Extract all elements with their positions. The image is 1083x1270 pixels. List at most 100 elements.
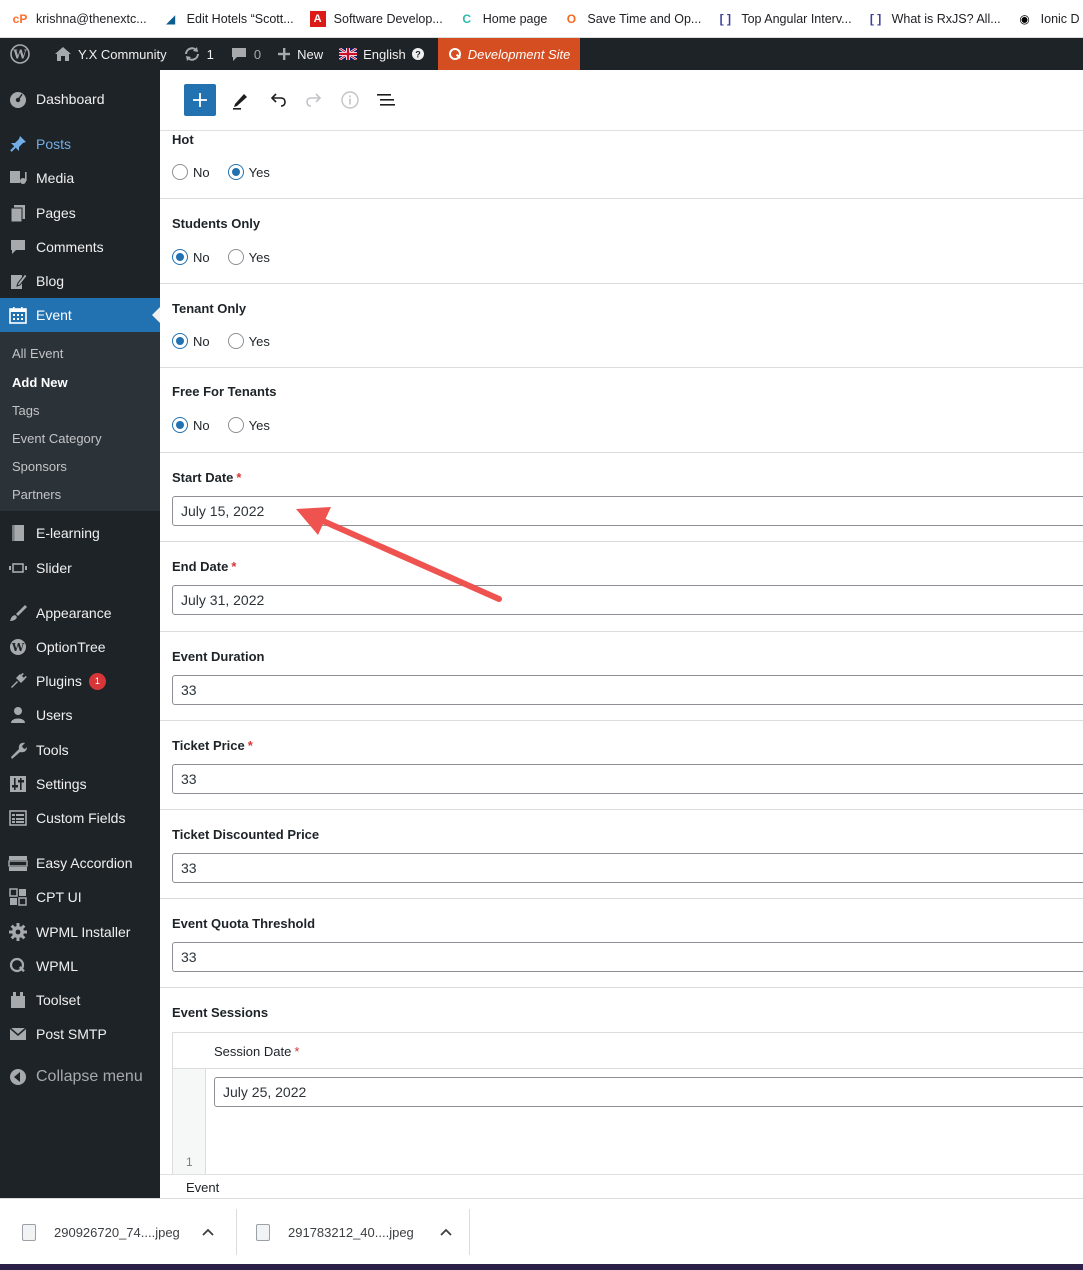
bookmark-item[interactable]: ◉ Ionic D — [1017, 11, 1079, 27]
download-separator — [236, 1209, 237, 1255]
grid-list-icon — [0, 808, 36, 828]
settings-sliders-icon — [0, 774, 36, 794]
menu-dashboard[interactable]: Dashboard — [0, 82, 160, 116]
menu-cpt-ui[interactable]: CPT UI — [0, 880, 160, 914]
download-item-1[interactable]: 290926720_74....jpeg — [22, 1209, 214, 1255]
downloads-bar: 290926720_74....jpeg 291783212_40....jpe… — [0, 1198, 1083, 1264]
edit-page-icon — [0, 271, 36, 291]
menu-slider[interactable]: Slider — [0, 551, 160, 585]
wordpress-icon: W — [0, 637, 36, 657]
menu-plugins-label: Plugins — [36, 673, 82, 689]
bookmark-item[interactable]: [ ] Top Angular Interv... — [717, 11, 852, 27]
menu-event[interactable]: Event — [0, 298, 160, 332]
menu-settings-label: Settings — [36, 776, 87, 792]
menu-cpt-ui-label: CPT UI — [36, 889, 82, 905]
bracket-icon: [ ] — [719, 11, 731, 26]
home-icon — [55, 47, 71, 61]
menu-custom-fields[interactable]: Custom Fields — [0, 801, 160, 835]
chevron-up-icon[interactable] — [440, 1228, 452, 1236]
updates-icon — [184, 47, 199, 61]
bookmark-item[interactable]: cP krishna@thenextc... — [12, 11, 147, 27]
submenu-tags[interactable]: Tags — [12, 403, 39, 418]
hotel-site-icon: ◢ — [166, 11, 176, 26]
menu-wpml[interactable]: WPML — [0, 949, 160, 983]
development-site-badge[interactable]: Development Site — [437, 38, 581, 70]
menu-posts[interactable]: Posts — [0, 127, 160, 161]
wordpress-logo-button[interactable]: W — [0, 38, 46, 70]
download-item-2[interactable]: 291783212_40....jpeg — [256, 1209, 452, 1255]
admin-sidebar: Dashboard Posts Media Pages Comments Blo… — [0, 70, 160, 1198]
menu-appearance-label: Appearance — [36, 605, 112, 621]
submenu-sponsors[interactable]: Sponsors — [12, 459, 67, 474]
opera-icon: O — [566, 11, 577, 26]
site-name-link[interactable]: Y.X Community — [46, 38, 175, 70]
image-file-icon — [256, 1223, 270, 1241]
language-switcher[interactable]: English ? — [331, 38, 433, 70]
site-name: Y.X Community — [78, 46, 167, 62]
submenu-all-event[interactable]: All Event — [12, 346, 63, 361]
bookmark-label: krishna@thenextc... — [36, 11, 147, 26]
menu-optiontree[interactable]: W OptionTree — [0, 630, 160, 664]
menu-wpml-installer[interactable]: WPML Installer — [0, 915, 160, 949]
uk-flag-icon — [339, 48, 358, 60]
bookmark-label: Top Angular Interv... — [741, 11, 852, 26]
menu-blog[interactable]: Blog — [0, 264, 160, 298]
dock-strip — [0, 1264, 1083, 1270]
bookmark-item[interactable]: ◢ Edit Hotels “Scott... — [163, 11, 294, 27]
submenu-event-category[interactable]: Event Category — [12, 431, 102, 446]
menu-easy-accordion[interactable]: Easy Accordion — [0, 846, 160, 880]
bracket-icon: [ ] — [869, 11, 882, 26]
menu-settings[interactable]: Settings — [0, 767, 160, 801]
collapse-menu-button[interactable]: Collapse menu — [0, 1060, 160, 1094]
menu-media[interactable]: Media — [0, 161, 160, 195]
download-filename: 290926720_74....jpeg — [54, 1224, 180, 1240]
comments-icon — [0, 237, 36, 257]
menu-users[interactable]: Users — [0, 698, 160, 732]
bookmark-label: Software Develop... — [333, 11, 443, 26]
calendar-icon — [0, 305, 36, 325]
slides-icon — [0, 558, 36, 578]
comments-count: 0 — [253, 46, 262, 62]
chevron-up-icon[interactable] — [202, 1228, 214, 1236]
bookmark-item[interactable]: [ ] What is RxJS? All... — [868, 11, 1001, 27]
development-site-label: Development Site — [467, 46, 571, 62]
updates-link[interactable]: 1 — [175, 38, 222, 70]
new-content-link[interactable]: New — [269, 38, 331, 70]
collapse-menu-label: Collapse menu — [36, 1068, 143, 1085]
menu-tools[interactable]: Tools — [0, 733, 160, 767]
bookmark-item[interactable]: A Software Develop... — [309, 10, 443, 27]
menu-elearning[interactable]: E-learning — [0, 516, 160, 550]
menu-media-label: Media — [36, 170, 75, 186]
comments-link[interactable]: 0 — [222, 38, 269, 70]
paintbrush-icon — [0, 603, 36, 623]
admin-bar: W Y.X Community 1 0 New English ? Develo… — [0, 38, 1083, 70]
user-icon — [0, 705, 36, 725]
updates-count: 1 — [206, 46, 214, 62]
menu-post-smtp[interactable]: Post SMTP — [0, 1017, 160, 1051]
submenu-add-new[interactable]: Add New — [12, 375, 68, 390]
menu-posts-label: Posts — [36, 136, 72, 152]
menu-toolset-label: Toolset — [36, 992, 81, 1008]
menu-custom-fields-label: Custom Fields — [36, 810, 126, 826]
cpanel-icon: cP — [12, 11, 28, 26]
bookmark-item[interactable]: C Home page — [459, 11, 547, 27]
svg-text:?: ? — [415, 50, 421, 60]
grid-icon — [0, 887, 36, 907]
menu-toolset[interactable]: Toolset — [0, 983, 160, 1017]
collapse-icon — [0, 1068, 36, 1086]
bookmark-item[interactable]: O Save Time and Op... — [563, 11, 702, 27]
download-filename: 291783212_40....jpeg — [288, 1224, 414, 1240]
menu-appearance[interactable]: Appearance — [0, 596, 160, 630]
menu-pages[interactable]: Pages — [0, 196, 160, 230]
gear-icon — [0, 922, 36, 942]
ionic-icon: ◉ — [1019, 11, 1030, 26]
menu-comments[interactable]: Comments — [0, 230, 160, 264]
language-label: English — [363, 46, 406, 62]
menu-slider-label: Slider — [36, 560, 72, 576]
menu-plugins[interactable]: Plugins 1 — [0, 664, 160, 698]
submenu-partners[interactable]: Partners — [12, 487, 61, 502]
bookmark-label: Edit Hotels “Scott... — [186, 11, 294, 26]
book-icon — [0, 523, 36, 543]
new-label: New — [297, 46, 324, 62]
wrench-icon — [0, 740, 36, 760]
